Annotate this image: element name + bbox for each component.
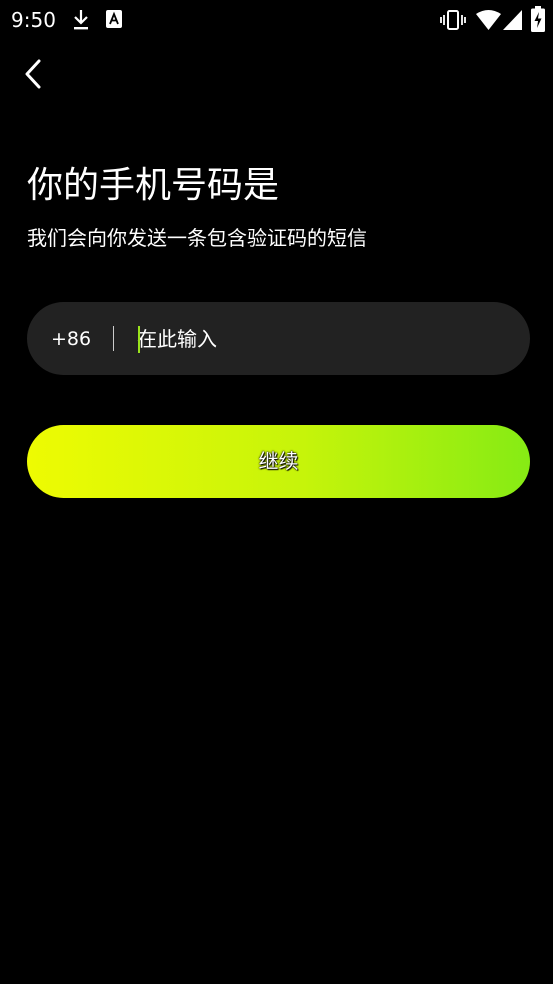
country-code-selector[interactable]: +86 xyxy=(51,326,91,352)
phone-number-input[interactable] xyxy=(137,320,497,358)
chevron-left-icon xyxy=(25,59,41,89)
continue-button[interactable]: 继续 xyxy=(27,425,530,498)
wifi-icon xyxy=(476,10,501,30)
phone-field: +86 xyxy=(27,302,530,375)
download-icon xyxy=(74,10,88,30)
back-button[interactable] xyxy=(18,55,54,95)
page-title: 你的手机号码是 xyxy=(27,165,280,206)
text-notification-icon xyxy=(106,10,122,28)
signal-icon xyxy=(503,10,522,30)
field-divider xyxy=(113,326,114,351)
page-subtitle: 我们会向你发送一条包含验证码的短信 xyxy=(27,226,367,250)
status-bar: 9:50 xyxy=(0,0,553,40)
vibrate-icon xyxy=(440,10,466,30)
status-time: 9:50 xyxy=(11,8,56,32)
battery-charging-icon xyxy=(531,6,545,32)
text-cursor xyxy=(138,326,140,353)
continue-button-label: 继续 xyxy=(258,449,299,473)
